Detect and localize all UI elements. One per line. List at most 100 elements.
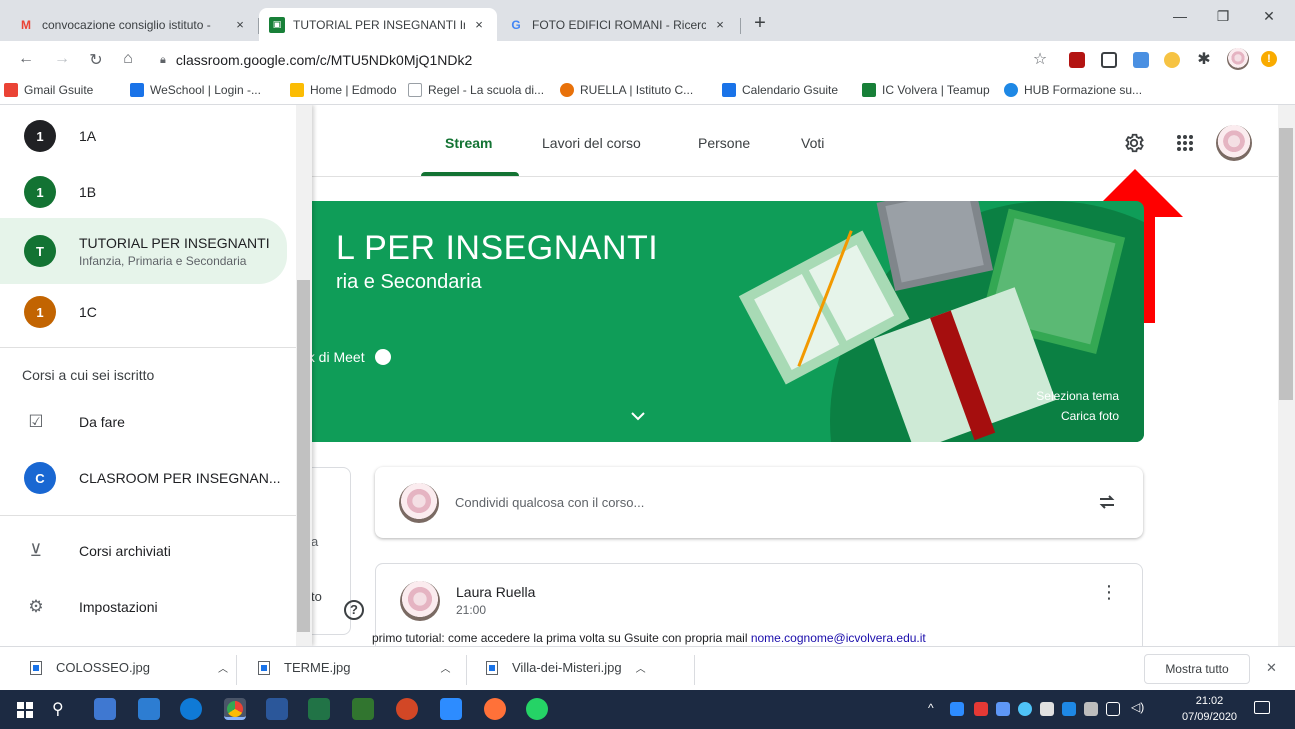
tab-stream[interactable]: Stream — [445, 135, 492, 151]
bookmark-teamup[interactable]: IC Volvera | Teamup — [862, 83, 990, 97]
hand-extension-icon[interactable] — [1164, 52, 1180, 68]
update-alert-icon[interactable]: ! — [1261, 51, 1277, 67]
tray-app-icon[interactable] — [1040, 702, 1054, 716]
extension-icon[interactable] — [1133, 52, 1149, 68]
edge-browser-icon[interactable] — [180, 698, 202, 720]
close-tab-icon[interactable]: × — [232, 17, 248, 32]
puzzle-extensions-icon[interactable]: ✱ — [1194, 49, 1214, 69]
download-item-terme[interactable]: TERME.jpg ︿ — [258, 660, 450, 675]
window-close-button[interactable]: ✕ — [1249, 8, 1289, 25]
acrobat-extension-icon[interactable] — [1069, 52, 1085, 68]
tray-app-icon[interactable] — [1084, 702, 1098, 716]
bookmark-weschool[interactable]: WeSchool | Login -... — [130, 83, 261, 97]
meet-link[interactable]: nk di Meet — [300, 349, 391, 365]
download-filename: Villa-dei-Misteri.jpg — [512, 660, 622, 675]
bookmark-label: Gmail Gsuite — [24, 83, 94, 97]
close-tab-icon[interactable]: × — [712, 17, 728, 32]
drawer-scrollbar-thumb[interactable] — [297, 280, 310, 632]
bookmark-label: WeSchool | Login -... — [150, 83, 261, 97]
page-scrollbar-thumb[interactable] — [1279, 128, 1293, 400]
tray-expand-icon[interactable]: ^ — [928, 701, 934, 715]
forward-icon[interactable]: → — [52, 50, 72, 68]
taskbar-clock[interactable]: 21:02 07/09/2020 — [1182, 693, 1237, 725]
zoom-icon[interactable] — [440, 698, 462, 720]
word-icon[interactable] — [266, 698, 288, 720]
reload-icon[interactable]: ↻ — [86, 50, 106, 70]
tab-lavori-del-corso[interactable]: Lavori del corso — [542, 135, 641, 151]
post-email-link[interactable]: nome.cognome@icvolvera.edu.it — [751, 631, 926, 645]
volume-icon[interactable]: ◁) — [1131, 700, 1144, 714]
archived-courses-item[interactable]: ⊻ Corsi archiviati — [0, 523, 287, 579]
tab-voti[interactable]: Voti — [801, 135, 824, 151]
publisher-icon[interactable] — [352, 698, 374, 720]
tab-persone[interactable]: Persone — [698, 135, 750, 151]
app-icon[interactable] — [138, 698, 160, 720]
tab-convocazione[interactable]: M convocazione consiglio istituto - × — [8, 8, 258, 41]
bookmark-calendario[interactable]: Calendario Gsuite — [722, 83, 838, 97]
bookmark-gmail[interactable]: Gmail Gsuite — [4, 83, 93, 97]
course-name: 1B — [79, 184, 97, 200]
settings-item[interactable]: ⚙︎ Impostazioni — [0, 579, 287, 635]
help-icon[interactable]: ? — [344, 600, 364, 620]
share-with-class-box[interactable]: Condividi qualcosa con il corso... — [375, 467, 1143, 538]
course-item-clasroom[interactable]: C CLASROOM PER INSEGNAN... — [0, 450, 287, 506]
select-theme-link[interactable]: Seleziona tema — [1036, 389, 1119, 403]
books-illustration — [738, 201, 1144, 442]
tray-app-icon[interactable] — [996, 702, 1010, 716]
home-icon[interactable]: ⌂ — [118, 50, 138, 68]
upcoming-link-fragment[interactable]: to — [311, 589, 322, 604]
chevron-down-icon[interactable] — [630, 411, 646, 421]
download-item-colosseo[interactable]: COLOSSEO.jpg ︿ — [30, 660, 228, 675]
whatsapp-icon[interactable] — [526, 698, 548, 720]
chevron-up-icon[interactable]: ︿ — [636, 660, 646, 675]
course-item-tutorial[interactable]: T TUTORIAL PER INSEGNANTI Infanzia, Prim… — [0, 218, 287, 284]
chevron-up-icon[interactable]: ︿ — [218, 660, 228, 675]
repost-icon[interactable] — [1097, 492, 1117, 512]
back-icon[interactable]: ← — [16, 50, 36, 68]
chrome-browser-icon[interactable] — [224, 698, 246, 720]
tab-tutorial[interactable]: ▣ TUTORIAL PER INSEGNANTI Infar × — [259, 8, 497, 41]
tray-app-icon[interactable] — [974, 702, 988, 716]
bookmark-ruella[interactable]: RUELLA | Istituto C... — [560, 83, 693, 97]
tab-foto-edifici[interactable]: G FOTO EDIFICI ROMANI - Ricerca × — [498, 8, 738, 41]
bookmark-hub[interactable]: HUB Formazione su... — [1004, 83, 1142, 97]
excel-icon[interactable] — [308, 698, 330, 720]
notifications-icon[interactable] — [1254, 701, 1270, 714]
profile-avatar[interactable] — [1227, 48, 1249, 70]
powerpoint-icon[interactable] — [396, 698, 418, 720]
todo-item[interactable]: ☑ Da fare — [0, 394, 287, 450]
google-apps-icon[interactable] — [1176, 134, 1194, 152]
course-item-1a[interactable]: 1 1A — [0, 108, 287, 164]
post-text: primo tutorial: come accedere la prima v… — [372, 631, 926, 645]
people-app-icon[interactable] — [94, 698, 116, 720]
close-tab-icon[interactable]: × — [471, 17, 487, 32]
bluetooth-icon[interactable] — [1062, 702, 1076, 716]
address-bar[interactable]: 🔒︎ classroom.google.com/c/MTU5NDk0MjQ1ND… — [160, 47, 472, 73]
tray-app-icon[interactable] — [950, 702, 964, 716]
course-item-1c[interactable]: 1 1C — [0, 284, 287, 340]
account-avatar[interactable] — [1216, 125, 1252, 161]
post-author: Laura Ruella — [456, 584, 536, 600]
search-icon[interactable]: ⚲ — [52, 699, 64, 719]
close-downloads-icon[interactable]: ✕ — [1266, 660, 1277, 676]
tray-app-icon[interactable] — [1018, 702, 1032, 716]
minimize-button[interactable]: — — [1160, 8, 1200, 24]
restore-button[interactable]: ❐ — [1203, 8, 1243, 25]
windows-start-icon[interactable] — [17, 702, 33, 718]
show-all-downloads-button[interactable]: Mostra tutto — [1144, 654, 1250, 684]
course-item-1b[interactable]: 1 1B — [0, 164, 287, 220]
browser-toolbar: ← → ↻ ⌂ 🔒︎ classroom.google.com/c/MTU5ND… — [0, 41, 1295, 79]
grid-extension-icon[interactable] — [1101, 52, 1117, 68]
download-item-villa[interactable]: Villa-dei-Misteri.jpg ︿ — [486, 660, 646, 675]
new-tab-button[interactable]: + — [748, 12, 772, 35]
star-icon[interactable]: ☆ — [1030, 49, 1050, 69]
bookmark-regel[interactable]: Regel - La scuola di... — [408, 83, 544, 97]
network-icon[interactable] — [1106, 702, 1120, 716]
upload-photo-link[interactable]: Carica foto — [1061, 409, 1119, 423]
more-options-icon[interactable]: ⋮ — [1100, 583, 1118, 601]
bookmark-edmodo[interactable]: Home | Edmodo — [290, 83, 397, 97]
class-settings-gear-icon[interactable] — [1123, 132, 1145, 154]
firefox-icon[interactable] — [484, 698, 506, 720]
chevron-up-icon[interactable]: ︿ — [440, 660, 450, 675]
course-name: TUTORIAL PER INSEGNANTI — [79, 235, 270, 251]
